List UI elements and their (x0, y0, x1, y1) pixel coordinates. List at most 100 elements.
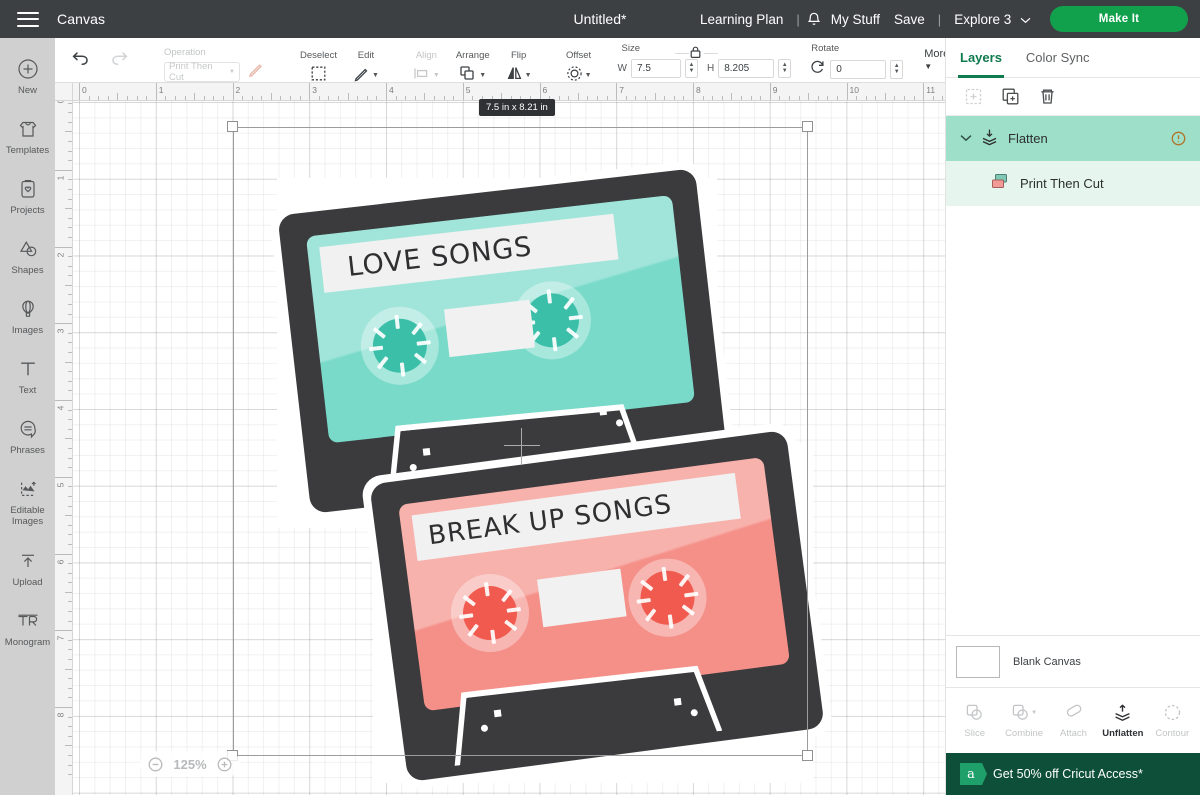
align-label: Align (415, 49, 437, 61)
redo-icon[interactable] (110, 50, 129, 71)
warning-icon[interactable] (1171, 131, 1186, 146)
sidebar-label-shapes: Shapes (11, 264, 44, 276)
sidebar-item-projects[interactable]: Projects (0, 166, 55, 226)
deselect-button[interactable]: Deselect (292, 42, 345, 83)
ruler-h-tick-1: 1 (158, 85, 164, 95)
bell-icon[interactable] (806, 11, 822, 28)
edit-button[interactable]: Edit ▼ (345, 42, 387, 83)
save-button[interactable]: Save (887, 12, 932, 27)
editable-images-icon (16, 477, 40, 501)
sidebar-item-new[interactable]: New (0, 46, 55, 106)
chevron-down-icon: ▼ (1031, 709, 1038, 716)
sidebar-item-text[interactable]: Text (0, 346, 55, 406)
rotate-group: Rotate 0 ▲ ▼ (800, 38, 912, 83)
center-crosshair-h (504, 445, 540, 446)
canvas-label[interactable]: Canvas (57, 11, 105, 27)
slice-icon (965, 703, 984, 723)
delete-trash-icon[interactable] (1038, 87, 1057, 106)
paperclip-icon (1064, 703, 1083, 723)
slice-button[interactable]: Slice (951, 703, 998, 739)
rotate-icon (809, 59, 826, 80)
canvas-color-swatch[interactable] (956, 645, 1000, 678)
chevron-down-icon: ▼ (229, 68, 235, 75)
layer-row-print-then-cut[interactable]: Print Then Cut (946, 161, 1200, 206)
learning-plan-link[interactable]: Learning Plan (693, 12, 790, 27)
tab-layers[interactable]: Layers (958, 38, 1004, 78)
combine-button[interactable]: ▼ Combine (1001, 703, 1048, 739)
design-canvas[interactable]: LOVE SONGS BREAK UP SONGS 0 1 2 3 4 5 6 … (55, 83, 945, 795)
pencil-icon[interactable] (247, 61, 264, 83)
cricut-access-promo[interactable]: a Get 50% off Cricut Access* (946, 753, 1200, 795)
make-it-button[interactable]: Make It (1050, 6, 1188, 32)
contour-button[interactable]: Contour (1149, 703, 1196, 739)
machine-selector[interactable]: Explore 3 (947, 12, 1038, 27)
offset-label: Offset (565, 49, 592, 61)
sidebar-item-shapes[interactable]: Shapes (0, 226, 55, 286)
break-up-songs-cassette[interactable]: BREAK UP SONGS (360, 420, 834, 792)
lock-closed-icon[interactable] (674, 45, 718, 64)
plus-circle-icon[interactable] (217, 757, 232, 772)
ruler-v-tick-5: 5 (55, 482, 66, 488)
left-rail: New Templates Projects Shapes Images Tex… (0, 38, 55, 795)
ruler-v-tick-3: 3 (55, 328, 66, 334)
hamburger-icon[interactable] (17, 11, 39, 27)
sidebar-item-images[interactable]: Images (0, 286, 55, 346)
layer-tools (946, 78, 1200, 116)
unflatten-button[interactable]: Unflatten (1099, 703, 1146, 739)
rotate-stepper[interactable]: ▲ ▼ (890, 59, 904, 79)
minus-circle-icon[interactable] (148, 757, 163, 772)
ruler-h-tick-9: 9 (772, 85, 778, 95)
offset-button[interactable]: Offset ▼ (558, 42, 600, 83)
monogram-icon (16, 609, 40, 633)
rotate-input[interactable]: 0 (830, 59, 887, 79)
zoom-control[interactable]: 125% (140, 751, 240, 777)
layer-row-flatten[interactable]: Flatten (946, 116, 1200, 161)
plate-dot-square-2 (599, 407, 608, 416)
flip-button[interactable]: Flip ▼ (498, 42, 540, 83)
sidebar-label-templates: Templates (5, 144, 50, 156)
operation-select[interactable]: Print Then Cut ▼ (164, 61, 240, 83)
ruler-v-tick-2: 2 (55, 252, 66, 257)
operation-control[interactable]: Operation Print Then Cut ▼ (154, 42, 274, 83)
plate-dot-square-2 (673, 697, 682, 706)
attach-button[interactable]: Attach (1050, 703, 1097, 739)
my-stuff-link[interactable]: My Stuff (824, 12, 887, 27)
print-then-cut-icon (990, 172, 1011, 196)
tab-color-sync[interactable]: Color Sync (1026, 38, 1090, 78)
sidebar-item-templates[interactable]: Templates (0, 106, 55, 166)
height-input[interactable]: 8.205 (718, 58, 775, 78)
flatten-icon (980, 127, 999, 151)
plus-circle-icon (16, 57, 40, 81)
sidebar-item-phrases[interactable]: Phrases (0, 406, 55, 466)
align-icon: ▼ (413, 64, 440, 83)
contour-label: Contour (1155, 727, 1190, 739)
chevron-down-icon[interactable] (960, 133, 974, 145)
selection-handle-bottom-right[interactable] (802, 750, 813, 761)
width-field: W 7.5 ▲ ▼ (618, 58, 698, 78)
undo-icon[interactable] (71, 50, 90, 71)
blank-canvas-row[interactable]: Blank Canvas (946, 635, 1200, 687)
combine-icon: ▼ (1011, 703, 1037, 723)
sidebar-label-new: New (17, 84, 37, 96)
arrange-button[interactable]: Arrange ▼ (448, 42, 498, 83)
sidebar-item-upload[interactable]: Upload (0, 538, 55, 598)
chevron-down-icon: ▼ (432, 71, 440, 79)
sidebar-item-monogram[interactable]: Monogram (0, 598, 55, 658)
sidebar-label-images: Images (11, 324, 44, 336)
sidebar-item-editable-images[interactable]: Editable Images (0, 466, 55, 538)
width-input[interactable]: 7.5 (630, 58, 681, 78)
height-stepper[interactable]: ▲ ▼ (778, 58, 792, 78)
arrange-layers-icon: ▼ (459, 64, 486, 83)
top-bar: Canvas Untitled* Learning Plan | My Stuf… (0, 0, 1200, 38)
ruler-h-tick-5: 5 (465, 85, 471, 95)
align-button[interactable]: Align ▼ (405, 42, 448, 83)
duplicate-icon[interactable] (1001, 87, 1020, 106)
selection-handle-top-left[interactable] (227, 121, 238, 132)
chevron-down-icon: ▼ (479, 71, 487, 79)
hot-air-balloon-icon (16, 297, 40, 321)
shapes-icon (16, 237, 40, 261)
operation-label: Operation (164, 46, 206, 58)
group-icon[interactable] (964, 87, 983, 106)
plate-dot-square-1 (493, 709, 502, 718)
selection-handle-top-right[interactable] (802, 121, 813, 132)
